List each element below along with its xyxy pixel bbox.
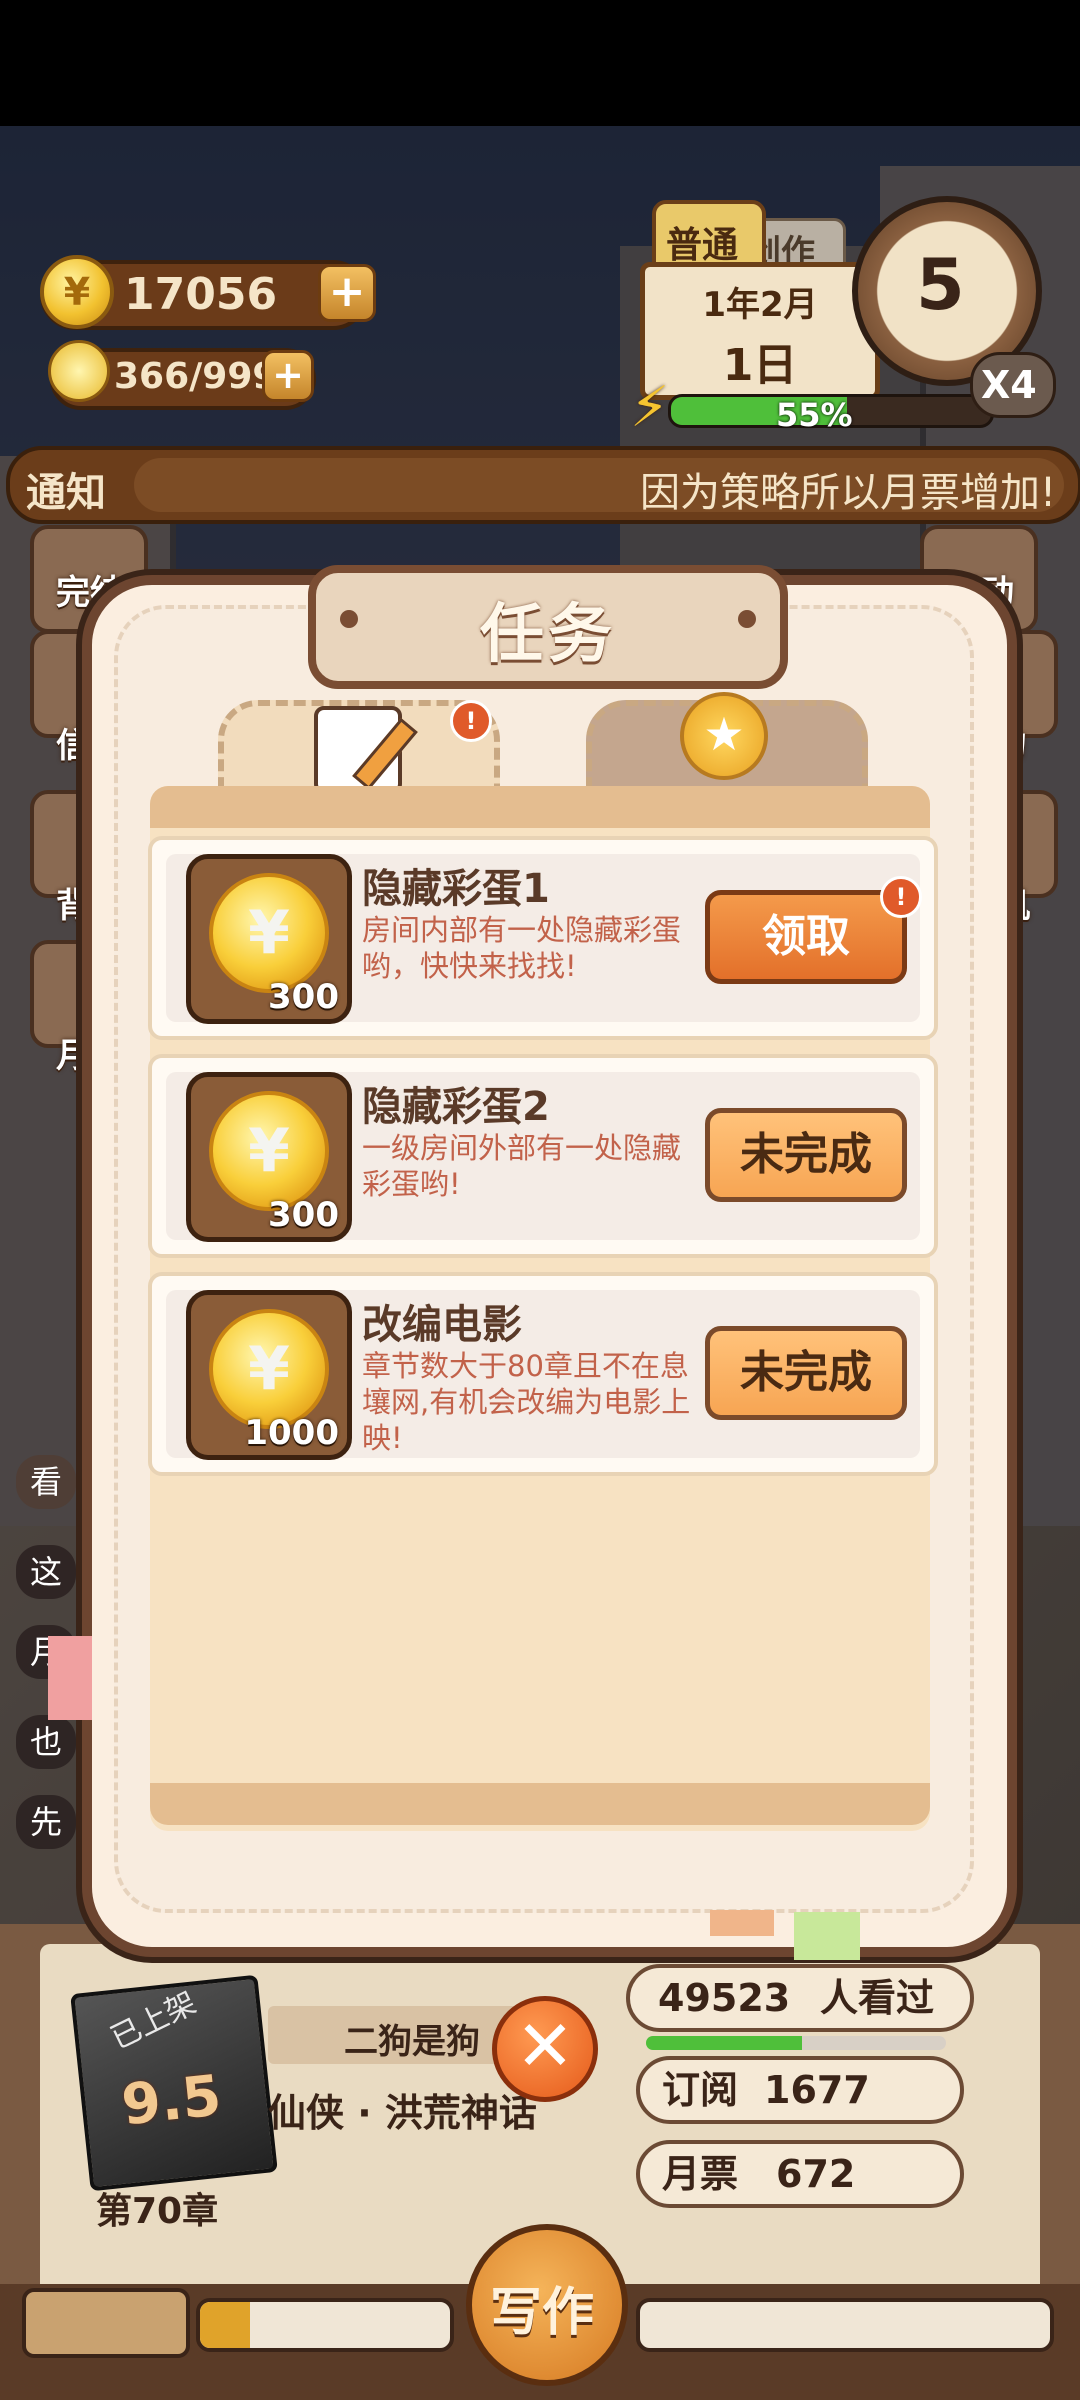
reward-amount: 300 (268, 1195, 339, 1235)
task-title: 改编电影 (362, 1302, 522, 1348)
lightning-icon: ⚡ (630, 375, 670, 440)
star-medal-icon: ★ (680, 692, 768, 780)
notice-text: 因为策略所以月票增加! (639, 470, 1056, 516)
book-genre: 仙侠 · 洪荒神话 (268, 2091, 537, 2135)
task-description: 章节数大于80章且不在息壤网,有机会改编为电影上映! (362, 1349, 691, 1455)
book-rating: 9.5 (118, 2063, 225, 2139)
views-progress (646, 2036, 946, 2050)
panel-bottom-bar (150, 1783, 930, 1825)
notice-label: 通知 (26, 470, 106, 516)
task-title: 隐藏彩蛋1 (362, 866, 550, 912)
book-author: 二狗是狗 (344, 2022, 480, 2062)
bottom-slot-left[interactable] (22, 2288, 190, 2358)
reward-amount: 1000 (244, 1413, 339, 1453)
timer-value: 5 (916, 244, 965, 326)
coin-icon: ¥ (40, 255, 114, 329)
add-coins-button[interactable]: + (318, 264, 376, 322)
book-cover[interactable]: 已上架 9.5 (70, 1974, 278, 2192)
calendar-day: 1日 (722, 340, 798, 391)
reward-icon: ¥ 1000 (186, 1290, 352, 1460)
chat-item: 先 (16, 1795, 76, 1849)
close-button[interactable]: ✕ (492, 1996, 598, 2102)
add-energy-button[interactable]: + (262, 350, 314, 402)
task-title: 隐藏彩蛋2 (362, 1084, 550, 1130)
calendar: 1年2月 1日 (640, 262, 880, 400)
write-label: 写作 (490, 2283, 595, 2343)
claim-alert-icon: ! (880, 876, 922, 918)
chat-item: 也 (16, 1715, 76, 1769)
bottom-progress-right (636, 2298, 1054, 2352)
task-description: 一级房间外部有一处隐藏彩蛋哟! (362, 1131, 682, 1201)
progress-text: 55% (776, 396, 853, 434)
sticky-note-pink (48, 1636, 92, 1720)
task-card: ¥ 1000 改编电影 章节数大于80章且不在息壤网,有机会改编为电影上映! 未… (148, 1272, 938, 1476)
energy-value: 366/999 (114, 356, 278, 397)
status-bar (0, 0, 1080, 126)
task-description: 房间内部有一处隐藏彩蛋哟，快快来找找! (362, 913, 682, 983)
calendar-month: 1年2月 (702, 285, 818, 325)
subscriptions-stat: 订阅 1677 (636, 2056, 964, 2124)
dialog-title-plate: 任务 (308, 565, 788, 689)
write-button[interactable]: 写作 (466, 2224, 628, 2386)
book-chapter: 第70章 (96, 2191, 219, 2232)
coin-value: 17056 (124, 269, 278, 320)
bottom-progress-left (196, 2298, 454, 2352)
sticky-note-orange (710, 1910, 774, 1936)
book-status-stamp: 已上架 (105, 1985, 202, 2057)
task-card: ¥ 300 隐藏彩蛋2 一级房间外部有一处隐藏彩蛋哟! 未完成 (148, 1054, 938, 1258)
reward-amount: 300 (268, 977, 339, 1017)
reward-icon: ¥ 300 (186, 854, 352, 1024)
monthly-tickets-stat: 月票 672 (636, 2140, 964, 2208)
reward-icon: ¥ 300 (186, 1072, 352, 1242)
claim-button[interactable]: 领取 (705, 890, 907, 984)
notice-bar[interactable]: 通知 因为策略所以月票增加! (6, 446, 1080, 524)
views-stat: 49523 人看过 (626, 1964, 974, 2032)
incomplete-button[interactable]: 未完成 (705, 1326, 907, 1420)
sticky-note-green (794, 1912, 860, 1960)
speed-button[interactable]: X4 (970, 352, 1056, 418)
lightbulb-icon (48, 340, 110, 402)
panel-top-bar (150, 786, 930, 828)
chat-item: 这 (16, 1545, 76, 1599)
task-card: ¥ 300 隐藏彩蛋1 房间内部有一处隐藏彩蛋哟，快快来找找! 领取 ! (148, 836, 938, 1040)
tasks-alert-icon: ! (450, 700, 492, 742)
incomplete-button[interactable]: 未完成 (705, 1108, 907, 1202)
dialog-title: 任务 (480, 598, 616, 672)
chat-item: 看 (16, 1455, 76, 1509)
